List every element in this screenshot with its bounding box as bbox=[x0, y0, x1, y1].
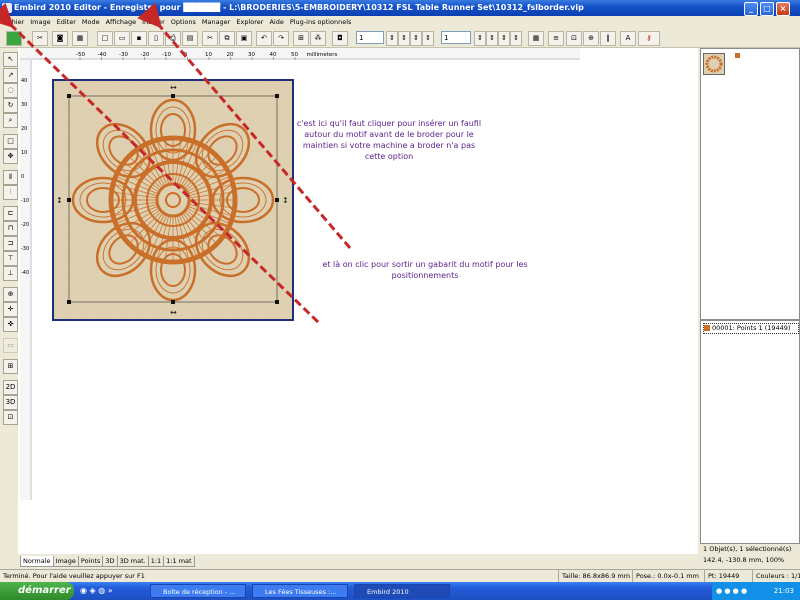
tab-points[interactable]: Points bbox=[77, 556, 104, 567]
annotation-arrows bbox=[0, 2, 352, 324]
design-thumbnail-panel bbox=[700, 48, 800, 320]
status-bar: Terminé. Pour l'aide veuillez appuyer su… bbox=[0, 569, 800, 582]
tab-3d[interactable]: 3D bbox=[102, 556, 118, 567]
task-browser[interactable]: Les Fées Tisseuses :... bbox=[252, 584, 348, 598]
start-label: démarrer bbox=[18, 585, 71, 596]
task-embird[interactable]: Embird 2010 bbox=[354, 584, 450, 598]
tray-icons[interactable]: ● ● ● ● bbox=[712, 587, 747, 595]
design-thumbnail[interactable] bbox=[703, 53, 725, 75]
arrow-to-fichier bbox=[0, 2, 320, 324]
tab-3d-mat[interactable]: 3D mat. bbox=[116, 556, 149, 567]
selection-info: 1 Objet(s), 1 sélectionné(s) 142.4, -130… bbox=[700, 544, 798, 566]
arrow-to-template-button bbox=[137, 2, 352, 249]
status-pos: Pose.: 0.0x-0.1 mm bbox=[632, 570, 699, 582]
tab-1-1-mat[interactable]: 1:1 mat bbox=[163, 556, 195, 567]
object-color-swatch bbox=[704, 325, 710, 331]
tab-image[interactable]: Image bbox=[52, 556, 79, 567]
color-swatch[interactable] bbox=[735, 53, 740, 58]
status-help: Terminé. Pour l'aide veuillez appuyer su… bbox=[3, 572, 145, 580]
status-size: Taille: 86.8x86.9 mm bbox=[558, 570, 630, 582]
start-button[interactable]: démarrer bbox=[0, 582, 74, 600]
tab-normale[interactable]: Normale bbox=[20, 556, 54, 567]
status-colors: Couleurs : 1/1 bbox=[752, 570, 800, 582]
system-tray: ● ● ● ● 21:03 bbox=[712, 582, 800, 600]
windows-taskbar: démarrer ◉ ◈ ◍ » Boîte de réception - ..… bbox=[0, 582, 800, 600]
status-points: Pt: 19449 bbox=[704, 570, 739, 582]
view-tabs: Normale Image Points 3D 3D mat. 1:1 1:1 mat bbox=[20, 556, 195, 567]
object-item-label: 00001: Points 1 (19449) bbox=[712, 324, 791, 332]
clock: 21:03 bbox=[773, 587, 794, 595]
tab-1-1[interactable]: 1:1 bbox=[147, 556, 165, 567]
task-mail[interactable]: Boîte de réception - ... bbox=[150, 584, 246, 598]
quicklaunch-icons[interactable]: ◉ ◈ ◍ » bbox=[80, 586, 113, 595]
cursor-coords-text: 142.4, -130.8 mm, 100% bbox=[703, 556, 785, 564]
object-list-item[interactable]: 00001: Points 1 (19449) bbox=[703, 323, 799, 334]
objects-selected-text: 1 Objet(s), 1 sélectionné(s) bbox=[703, 545, 792, 553]
objects-panel: 00001: Points 1 (19449) bbox=[700, 320, 800, 544]
